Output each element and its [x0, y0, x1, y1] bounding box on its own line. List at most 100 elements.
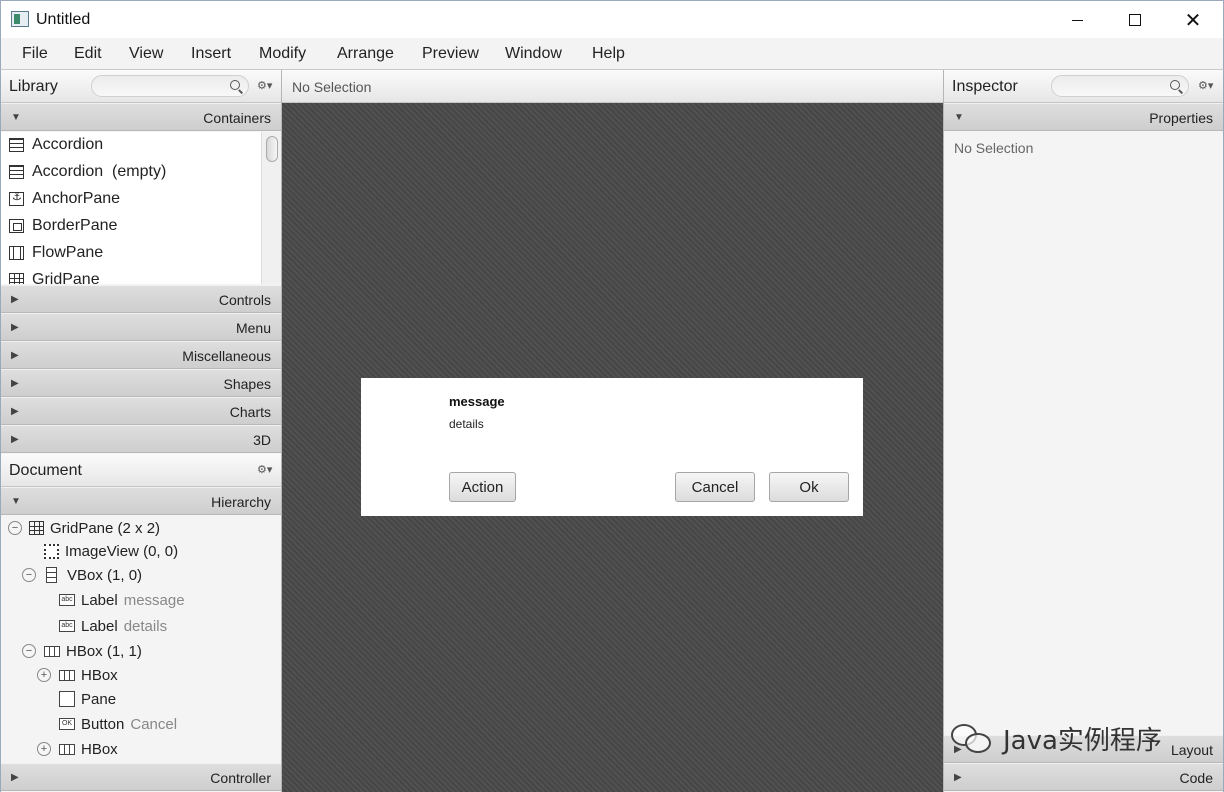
- left-panel: Library ⚙▾ ▼ Containers Accordion Accord…: [0, 70, 282, 792]
- section-3d[interactable]: ▶ 3D: [1, 425, 281, 453]
- action-button[interactable]: Action: [449, 472, 516, 502]
- section-hierarchy[interactable]: ▼ Hierarchy: [1, 487, 281, 515]
- app-icon: [11, 11, 29, 27]
- library-item-accordion-empty[interactable]: Accordion (empty): [9, 161, 166, 183]
- tree-row[interactable]: OK Button Cancel: [59, 713, 177, 735]
- menu-edit[interactable]: Edit: [74, 45, 102, 63]
- library-header: Library ⚙▾: [1, 70, 281, 103]
- dialog-details: details: [449, 417, 484, 431]
- cancel-button[interactable]: Cancel: [675, 472, 755, 502]
- inspector-title: Inspector: [952, 78, 1018, 95]
- section-label: Properties: [1149, 110, 1213, 126]
- menu-view[interactable]: View: [129, 45, 163, 63]
- collapse-toggle[interactable]: −: [8, 521, 22, 535]
- section-controller[interactable]: ▶ Controller: [1, 763, 281, 791]
- tree-row[interactable]: GridPane (2 x 2): [29, 517, 160, 539]
- close-button[interactable]: ✕: [1164, 1, 1222, 39]
- inspector-panel: Inspector ⚙▾ ▼ Properties No Selection ▶…: [943, 70, 1224, 792]
- label-icon: abc: [59, 620, 75, 632]
- library-item-label: Accordion: [32, 136, 104, 153]
- section-label: Controller: [210, 770, 271, 786]
- library-item-accordion[interactable]: Accordion: [9, 134, 103, 156]
- section-miscellaneous[interactable]: ▶ Miscellaneous: [1, 341, 281, 369]
- library-item-label: BorderPane: [32, 217, 118, 234]
- document-gear-icon[interactable]: ⚙▾: [257, 463, 272, 476]
- tree-row[interactable]: HBox (1, 1): [44, 640, 142, 662]
- maximize-button[interactable]: [1106, 1, 1164, 39]
- section-controls[interactable]: ▶ Controls: [1, 285, 281, 313]
- anchor-pane-icon: [9, 190, 24, 206]
- minimize-button[interactable]: [1048, 1, 1106, 39]
- inspector-search-input[interactable]: [1051, 75, 1189, 97]
- section-label: Menu: [235, 320, 271, 336]
- library-scrollbar[interactable]: [261, 132, 281, 284]
- grid-pane-icon: [9, 273, 24, 284]
- collapsed-arrow-icon: ▶: [11, 434, 19, 445]
- library-gear-icon[interactable]: ⚙▾: [257, 79, 272, 92]
- library-list: Accordion Accordion (empty) AnchorPane B…: [1, 132, 281, 284]
- dialog-message: message: [449, 394, 505, 409]
- tree-row-label: Label: [81, 591, 118, 609]
- tree-row[interactable]: abc Label message: [59, 589, 185, 611]
- tree-row[interactable]: HBox: [59, 738, 118, 760]
- section-containers[interactable]: ▼ Containers: [1, 103, 281, 131]
- collapse-toggle[interactable]: −: [22, 644, 36, 658]
- hbox-icon: [44, 645, 60, 657]
- library-item-label: FlowPane: [32, 244, 104, 261]
- scrollbar-thumb[interactable]: [266, 136, 278, 162]
- library-item-gridpane[interactable]: GridPane: [9, 269, 100, 284]
- section-code[interactable]: ▶ Code: [944, 763, 1223, 791]
- section-label: Hierarchy: [211, 494, 271, 510]
- vbox-icon: [46, 567, 57, 583]
- menu-arrange[interactable]: Arrange: [337, 45, 394, 63]
- selection-bar: No Selection: [282, 70, 943, 103]
- menu-modify[interactable]: Modify: [259, 45, 306, 63]
- section-label: Controls: [218, 292, 271, 308]
- tree-row[interactable]: Pane: [59, 688, 116, 710]
- expand-toggle[interactable]: +: [37, 742, 51, 756]
- library-search-input[interactable]: [91, 75, 249, 97]
- section-label: 3D: [253, 432, 271, 448]
- collapsed-arrow-icon: ▶: [11, 294, 19, 305]
- tree-row[interactable]: abc Label details: [59, 615, 167, 637]
- inspector-gear-icon[interactable]: ⚙▾: [1198, 79, 1213, 92]
- tree-row-label: HBox: [81, 740, 118, 758]
- image-view-icon: [44, 543, 59, 559]
- watermark-text: Java实例程序: [1003, 725, 1162, 756]
- menu-preview[interactable]: Preview: [422, 45, 479, 63]
- menu-insert[interactable]: Insert: [191, 45, 231, 63]
- menu-help[interactable]: Help: [592, 45, 625, 63]
- library-item-anchorpane[interactable]: AnchorPane: [9, 188, 120, 210]
- section-charts[interactable]: ▶ Charts: [1, 397, 281, 425]
- collapse-toggle[interactable]: −: [22, 568, 36, 582]
- library-item-borderpane[interactable]: BorderPane: [9, 215, 117, 237]
- section-menu[interactable]: ▶ Menu: [1, 313, 281, 341]
- library-item-label: GridPane: [32, 271, 100, 284]
- watermark: Java实例程序: [943, 714, 1224, 762]
- collapsed-arrow-icon: ▶: [11, 350, 19, 361]
- section-label: Miscellaneous: [182, 348, 271, 364]
- selection-label: No Selection: [292, 79, 372, 95]
- section-label: Containers: [203, 110, 271, 126]
- library-item-label: Accordion (empty): [32, 163, 167, 180]
- content-canvas[interactable]: No Selection message details Action Canc…: [282, 70, 943, 792]
- no-selection-label: No Selection: [954, 140, 1034, 156]
- tree-row-label: ImageView (0, 0): [65, 542, 179, 560]
- accordion-icon: [9, 165, 24, 179]
- section-properties[interactable]: ▼ Properties: [944, 103, 1223, 131]
- collapsed-arrow-icon: ▶: [11, 378, 19, 389]
- collapsed-arrow-icon: ▶: [11, 772, 19, 783]
- tree-row-label: VBox (1, 0): [67, 566, 143, 584]
- dialog-preview[interactable]: message details Action Cancel Ok: [361, 378, 863, 516]
- ok-button[interactable]: Ok: [769, 472, 849, 502]
- flow-pane-icon: [9, 246, 24, 260]
- library-item-flowpane[interactable]: FlowPane: [9, 242, 103, 264]
- tree-row[interactable]: HBox: [59, 664, 118, 686]
- tree-row[interactable]: ImageView (0, 0): [44, 540, 178, 562]
- menu-window[interactable]: Window: [505, 45, 562, 63]
- tree-row[interactable]: VBox (1, 0): [46, 564, 142, 586]
- expand-toggle[interactable]: +: [37, 668, 51, 682]
- document-title: Document: [9, 462, 82, 479]
- section-shapes[interactable]: ▶ Shapes: [1, 369, 281, 397]
- menu-file[interactable]: File: [22, 45, 48, 63]
